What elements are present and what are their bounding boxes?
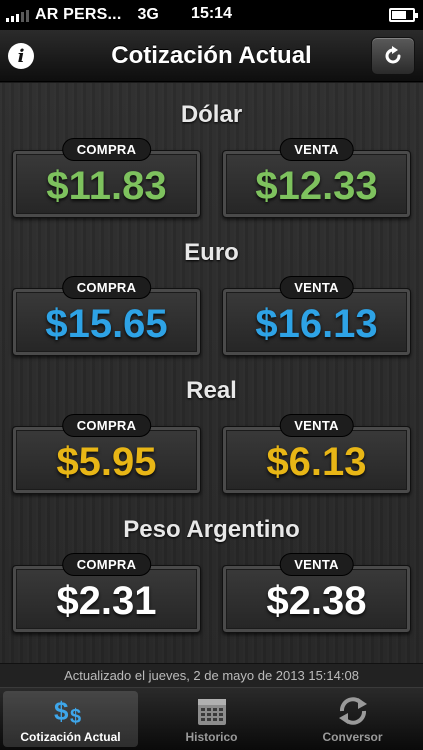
dollar-icon: $ $ [53, 694, 89, 728]
info-icon: i [17, 45, 25, 67]
buy-label: COMPRA [61, 138, 152, 161]
buy-price-box: COMPRA $15.65 [12, 276, 201, 356]
refresh-button[interactable] [371, 37, 415, 75]
sell-label: VENTA [279, 414, 354, 437]
sell-price-box: VENTA $16.13 [222, 276, 411, 356]
navigation-bar: i Cotización Actual [0, 30, 423, 82]
battery-icon [389, 8, 418, 22]
svg-text:$: $ [70, 706, 81, 727]
tab-label: Conversor [322, 730, 383, 744]
tab-bar: $ $ Cotización Actual Historico Converso… [0, 687, 423, 750]
sell-price: $2.38 [266, 578, 367, 623]
currency-name: Peso Argentino [123, 516, 300, 543]
carrier-name: AR PERS... [35, 6, 122, 23]
buy-price-box: COMPRA $2.31 [12, 553, 201, 633]
currency-name: Dólar [180, 101, 243, 128]
sell-price: $6.13 [266, 439, 367, 484]
tab-historico[interactable]: Historico [144, 691, 279, 747]
sell-price-box: VENTA $2.38 [222, 553, 411, 633]
status-bar: AR PERS... 3G 15:14 [0, 0, 423, 30]
buy-price-box: COMPRA $5.95 [12, 414, 201, 494]
svg-text:$: $ [54, 696, 69, 726]
tab-cotizacion-actual[interactable]: $ $ Cotización Actual [3, 691, 138, 747]
buy-price: $2.31 [56, 578, 157, 623]
sell-label: VENTA [279, 138, 354, 161]
calendar-icon [194, 694, 230, 728]
buy-price-box: COMPRA $11.83 [12, 138, 201, 218]
sell-price: $12.33 [255, 163, 378, 208]
tab-label: Cotización Actual [20, 730, 121, 744]
buy-price: $15.65 [45, 301, 168, 346]
buy-label: COMPRA [61, 414, 152, 437]
buy-price: $11.83 [46, 163, 167, 208]
refresh-icon [385, 46, 401, 64]
network-type: 3G [137, 6, 159, 23]
buy-label: COMPRA [61, 553, 152, 576]
buy-price: $5.95 [56, 439, 157, 484]
page-title: Cotización Actual [111, 41, 312, 69]
last-updated-text: Actualizado el jueves, 2 de mayo de 2013… [0, 663, 423, 687]
tab-conversor[interactable]: Conversor [285, 691, 420, 747]
currency-name: Real [186, 377, 237, 404]
sell-price: $16.13 [255, 301, 378, 346]
status-time: 15:14 [191, 5, 232, 22]
buy-label: COMPRA [61, 276, 152, 299]
currency-name: Euro [184, 239, 239, 266]
sync-icon [335, 694, 371, 728]
info-button[interactable]: i [8, 43, 34, 69]
signal-icon [6, 8, 29, 22]
sell-price-box: VENTA $12.33 [222, 138, 411, 218]
quotes-panel: Dólar COMPRA $11.83 VENTA $12.33 Euro CO… [0, 83, 423, 663]
sell-label: VENTA [279, 276, 354, 299]
sell-label: VENTA [279, 553, 354, 576]
sell-price-box: VENTA $6.13 [222, 414, 411, 494]
tab-label: Historico [185, 730, 238, 744]
